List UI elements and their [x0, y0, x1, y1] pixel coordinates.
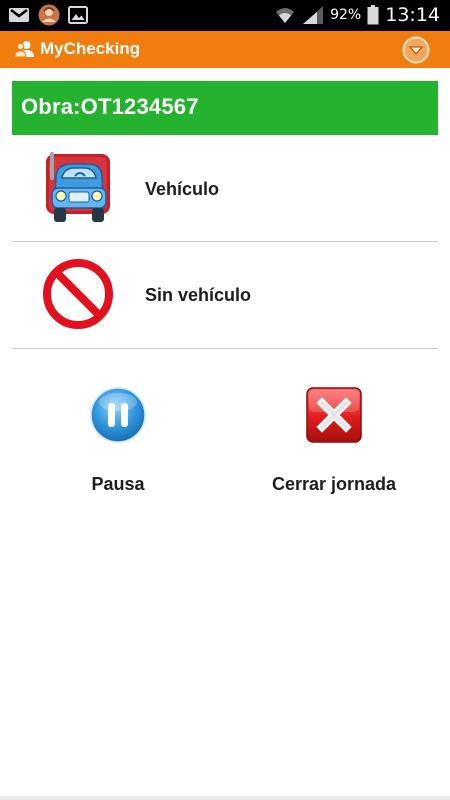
bottom-divider — [0, 796, 450, 800]
close-day-label: Cerrar jornada — [271, 474, 397, 494]
pause-label: Pausa — [91, 474, 145, 494]
close-day-button[interactable]: Cerrar jornada — [258, 386, 410, 495]
system-status-area: 92% 13:14 — [274, 3, 440, 27]
no-entry-icon — [43, 259, 113, 329]
obra-banner: Obra:OT1234567 — [12, 81, 438, 135]
clock: 13:14 — [385, 4, 440, 26]
wifi-icon — [276, 8, 295, 23]
chevron-down-circle-icon[interactable] — [402, 36, 430, 64]
option-vehiculo-label: Vehículo — [145, 179, 220, 199]
obra-code: Obra:OT1234567 — [21, 94, 199, 119]
contact-avatar-icon — [38, 4, 60, 26]
gallery-icon — [68, 6, 88, 24]
people-icon — [14, 41, 34, 58]
option-sin-vehiculo[interactable]: Sin vehículo — [12, 242, 438, 348]
app-title: MyChecking — [40, 39, 141, 58]
notification-area — [8, 4, 88, 26]
gmail-icon — [9, 8, 29, 22]
close-x-icon — [306, 387, 362, 443]
app-bar: MyChecking — [0, 31, 450, 68]
option-vehiculo[interactable]: Vehículo — [12, 136, 438, 242]
status-bar: 92% 13:14 — [0, 0, 450, 31]
cell-signal-icon — [303, 6, 324, 24]
pause-icon — [90, 387, 146, 443]
option-sin-vehiculo-label: Sin vehículo — [145, 285, 252, 305]
truck-icon — [46, 152, 110, 222]
battery-icon — [367, 5, 379, 25]
battery-percent: 92% — [330, 7, 362, 23]
divider — [12, 348, 438, 349]
pause-button[interactable]: Pausa — [58, 386, 178, 495]
